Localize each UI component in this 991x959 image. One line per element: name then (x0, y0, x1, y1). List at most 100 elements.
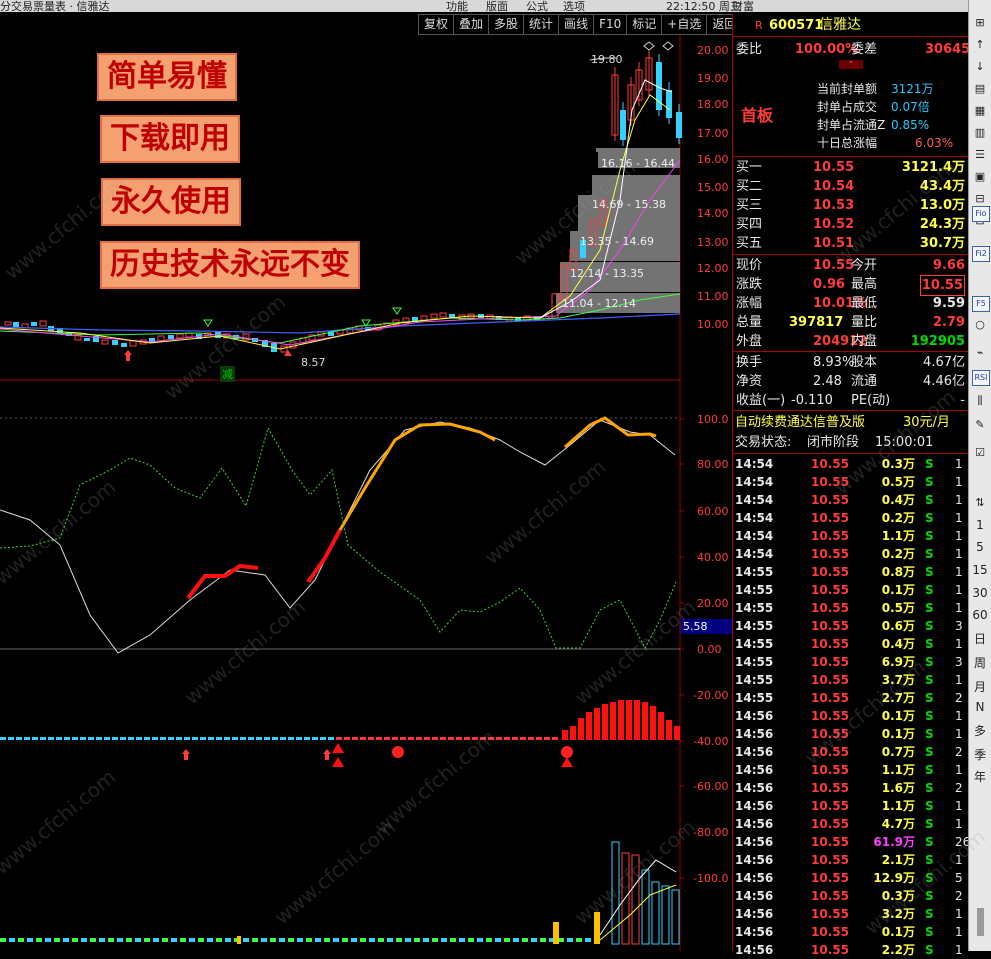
trade-time: 14:55 (735, 583, 774, 597)
trade-row[interactable]: 14:55 10.55 0.1万 S 1 (733, 581, 969, 599)
histogram-dot (264, 737, 270, 740)
trade-row[interactable]: 14:55 10.55 3.7万 S 1 (733, 671, 969, 689)
trade-row[interactable]: 14:55 10.55 6.9万 S 3 (733, 653, 969, 671)
trade-row[interactable]: 14:54 10.55 0.2万 S 1 (733, 509, 969, 527)
period-button[interactable]: 30 (972, 586, 988, 600)
checkbox-icon[interactable]: ☑ (972, 446, 988, 460)
trade-side: S (925, 601, 934, 615)
period-button[interactable]: 1 (972, 518, 988, 532)
trade-row[interactable]: 14:56 10.55 1.1万 S 1 (733, 761, 969, 779)
trade-status-label: 交易状态: (735, 435, 792, 450)
trade-row[interactable]: 14:56 10.55 4.7万 S 1 (733, 815, 969, 833)
menu-options[interactable]: 选项 (563, 0, 585, 12)
trade-row[interactable]: 14:56 10.55 0.3万 S 2 (733, 887, 969, 905)
up-arrow-icon[interactable]: ↑ (972, 38, 988, 52)
tb-mark-button[interactable]: 标记 (627, 14, 663, 35)
volume-bar (153, 938, 159, 942)
trade-row[interactable]: 14:56 10.55 1.6万 S 2 (733, 779, 969, 797)
indicator-f5-button[interactable]: F5 (972, 296, 990, 312)
chart-icon[interactable]: ⊟ (972, 192, 988, 206)
flow-icon[interactable]: ⇅ (972, 496, 988, 510)
bid-price: 10.51 (813, 236, 855, 251)
period-button[interactable]: N (972, 700, 988, 714)
histogram-dot (328, 737, 334, 740)
trade-row[interactable]: 14:55 10.55 0.6万 S 3 (733, 617, 969, 635)
period-button[interactable]: 5 (972, 540, 988, 554)
trade-row[interactable]: 14:56 10.55 1.1万 S 1 (733, 797, 969, 815)
scrollbar-thumb[interactable] (977, 908, 984, 936)
period-button[interactable]: 日 (972, 632, 988, 646)
period-button[interactable]: 年 (972, 770, 988, 784)
histogram-dot (320, 737, 326, 740)
tb-multi-stock-button[interactable]: 多股 (489, 14, 525, 35)
trade-row[interactable]: 14:56 10.55 61.9万 S 26 (733, 833, 970, 851)
histogram-dot (512, 737, 518, 740)
down-arrow-icon[interactable]: ↓ (972, 60, 988, 74)
quote-field-row: 净资 2.48 流通 4.46亿 (733, 372, 969, 391)
chart-line-icon[interactable]: ⌁ (972, 346, 988, 360)
price-chart[interactable]: 20.00 19.00 18.00 17.00 16.00 15.00 14.00 13.00… (0, 34, 732, 951)
trade-count: 2 (955, 691, 963, 705)
columns-icon[interactable]: ▥ (972, 126, 988, 140)
period-button[interactable]: 月 (972, 680, 988, 694)
histogram-bar (570, 726, 576, 740)
grid-icon[interactable]: ⊞ (972, 16, 988, 30)
trade-row[interactable]: 14:54 10.55 1.1万 S 1 (733, 527, 969, 545)
menu-layout[interactable]: 版面 (486, 0, 508, 12)
field-label: 今开 (851, 258, 878, 273)
trade-row[interactable]: 14:56 10.55 0.1万 S 1 (733, 725, 969, 743)
trade-row[interactable]: 14:55 10.55 0.4万 S 1 (733, 635, 969, 653)
trade-row[interactable]: 14:56 10.55 2.2万 S 1 (733, 941, 969, 959)
period-button[interactable]: 15 (972, 563, 988, 577)
trade-time: 14:54 (735, 457, 774, 471)
tb-fuquan-button[interactable]: 复权 (418, 14, 455, 35)
pencil-icon[interactable]: ✎ (972, 418, 988, 432)
tb-stats-button[interactable]: 统计 (524, 14, 560, 35)
trade-row[interactable]: 14:56 10.55 3.2万 S 1 (733, 905, 969, 923)
trade-row[interactable]: 14:55 10.55 2.7万 S 2 (733, 689, 969, 707)
table-icon[interactable]: ▦ (972, 104, 988, 118)
indicator-rsi-button[interactable]: RSI (972, 370, 990, 386)
trade-volume: 0.1万 (881, 583, 915, 597)
indicator-fi2-button[interactable]: Fi2 (972, 246, 990, 262)
trade-row[interactable]: 14:55 10.55 0.5万 S 1 (733, 599, 969, 617)
period-button[interactable]: 多 (972, 724, 988, 738)
promo-row[interactable]: 自动续费通达信普及版 30元/月 (733, 413, 969, 432)
tb-draw-line-button[interactable]: 画线 (559, 14, 595, 35)
period-button[interactable]: 60 (972, 608, 988, 622)
trade-row[interactable]: 14:54 10.55 0.4万 S 1 (733, 491, 969, 509)
trade-time: 14:56 (735, 709, 774, 723)
collapse-icon[interactable]: ⌃ (839, 60, 863, 69)
bars-icon[interactable]: ⫼ (972, 394, 988, 408)
panel-icon[interactable]: ▣ (972, 170, 988, 184)
circle-icon[interactable]: ○ (972, 318, 988, 332)
indicator-fio-button[interactable]: Fio (972, 206, 990, 222)
trade-row[interactable]: 14:54 10.55 0.2万 S 1 (733, 545, 969, 563)
menu-formula[interactable]: 公式 (526, 0, 548, 12)
trade-volume: 4.7万 (881, 817, 915, 831)
volume-bar (477, 938, 483, 942)
period-button[interactable]: 季 (972, 748, 988, 762)
trade-row[interactable]: 14:56 10.55 0.1万 S 1 (733, 923, 969, 941)
trade-row[interactable]: 14:56 10.55 2.1万 S 1 (733, 851, 969, 869)
tb-add-watchlist-button[interactable]: +自选 (662, 14, 708, 35)
list-icon[interactable]: ▤ (972, 82, 988, 96)
osc-axis-tick: -40.00 (693, 735, 728, 748)
menu-icon[interactable]: ☰ (972, 148, 988, 162)
menu-function[interactable]: 功能 (446, 0, 468, 12)
tb-f10-button[interactable]: F10 (594, 14, 628, 35)
trade-row[interactable]: 14:56 10.55 0.7万 S 2 (733, 743, 969, 761)
stat-row: 当前封单额 3121万 (733, 80, 969, 99)
histogram-dot (120, 737, 126, 740)
trade-row[interactable]: 14:54 10.55 0.5万 S 1 (733, 473, 969, 491)
tb-overlay-button[interactable]: 叠加 (454, 14, 490, 35)
trade-row[interactable]: 14:54 10.55 0.3万 S 1 (733, 455, 969, 473)
volume-bar (585, 938, 591, 942)
period-button[interactable]: 周 (972, 656, 988, 670)
histogram-dot (160, 737, 166, 740)
trade-row[interactable]: 14:55 10.55 0.8万 S 1 (733, 563, 969, 581)
trade-row[interactable]: 14:56 10.55 0.1万 S 1 (733, 707, 969, 725)
trade-row[interactable]: 14:56 10.55 12.9万 S 5 (733, 869, 969, 887)
bid-label: 买二 (736, 179, 763, 194)
histogram-dot (0, 737, 6, 740)
